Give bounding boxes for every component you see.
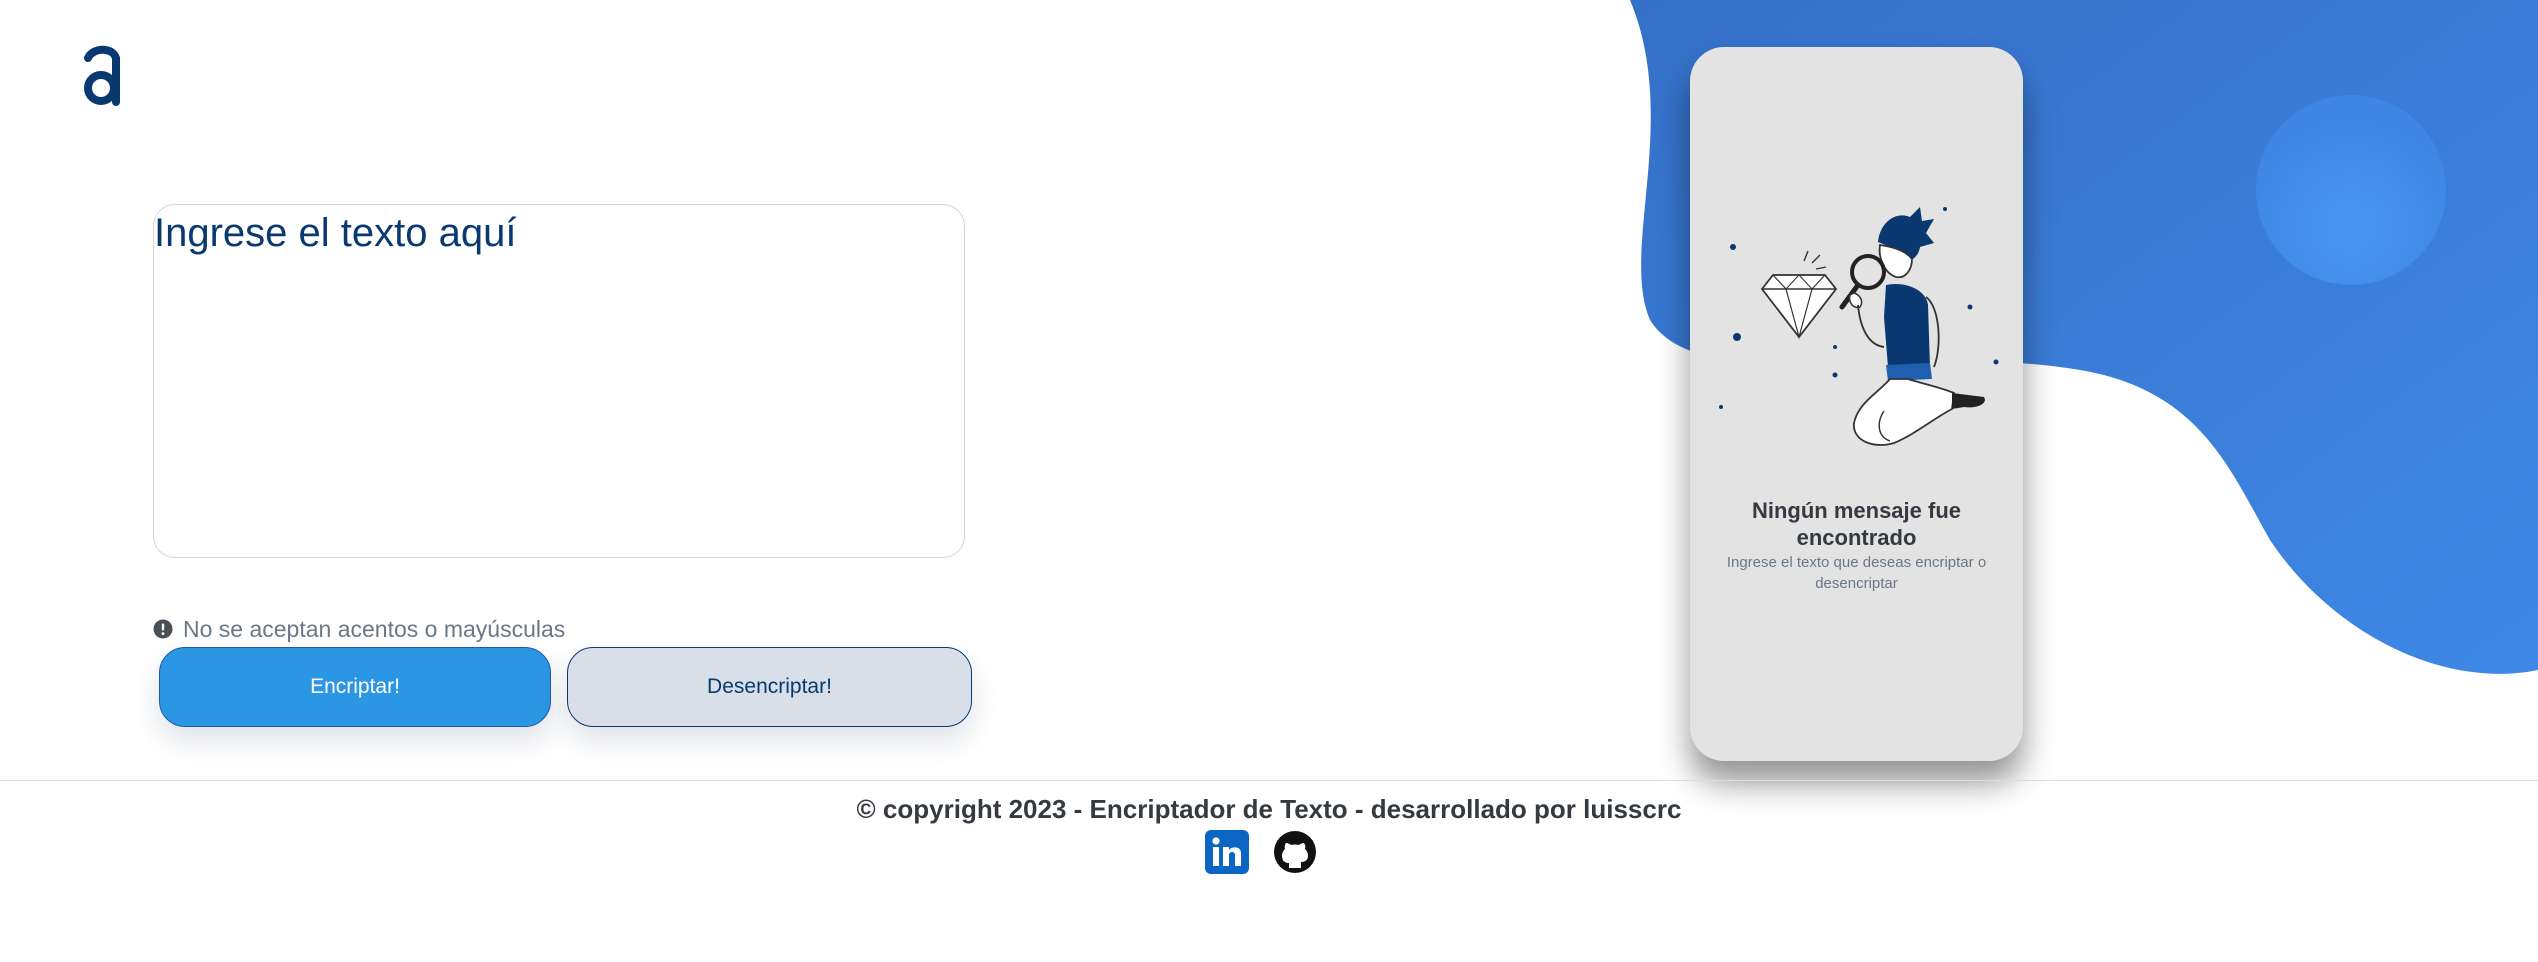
github-icon[interactable] [1273,830,1317,874]
text-input-box [153,204,965,558]
text-input[interactable] [154,205,964,557]
encrypt-button-label: Encriptar! [310,675,400,698]
encrypt-button[interactable]: Encriptar! [159,647,551,727]
output-panel: Ningún mensaje fue encontrado Ingrese el… [1690,47,2023,761]
social-links [1205,830,1317,874]
search-illustration [1719,207,1999,446]
footer-copyright: © copyright 2023 - Encriptador de Texto … [856,794,1682,824]
footer-divider [0,780,2538,781]
exclamation-circle-icon [153,619,173,639]
empty-message-title: Ningún mensaje fue encontrado [1751,498,1962,550]
alura-logo-icon[interactable] [78,42,128,112]
decrypt-button[interactable]: Desencriptar! [567,647,972,727]
input-warning: No se aceptan acentos o mayúsculas [153,615,566,642]
linkedin-icon[interactable] [1205,830,1249,874]
empty-message-subtitle: Ingrese el texto que deseas encriptar o … [1726,554,1987,592]
decrypt-button-label: Desencriptar! [707,675,832,698]
warning-text: No se aceptan acentos o mayúsculas [183,615,566,642]
